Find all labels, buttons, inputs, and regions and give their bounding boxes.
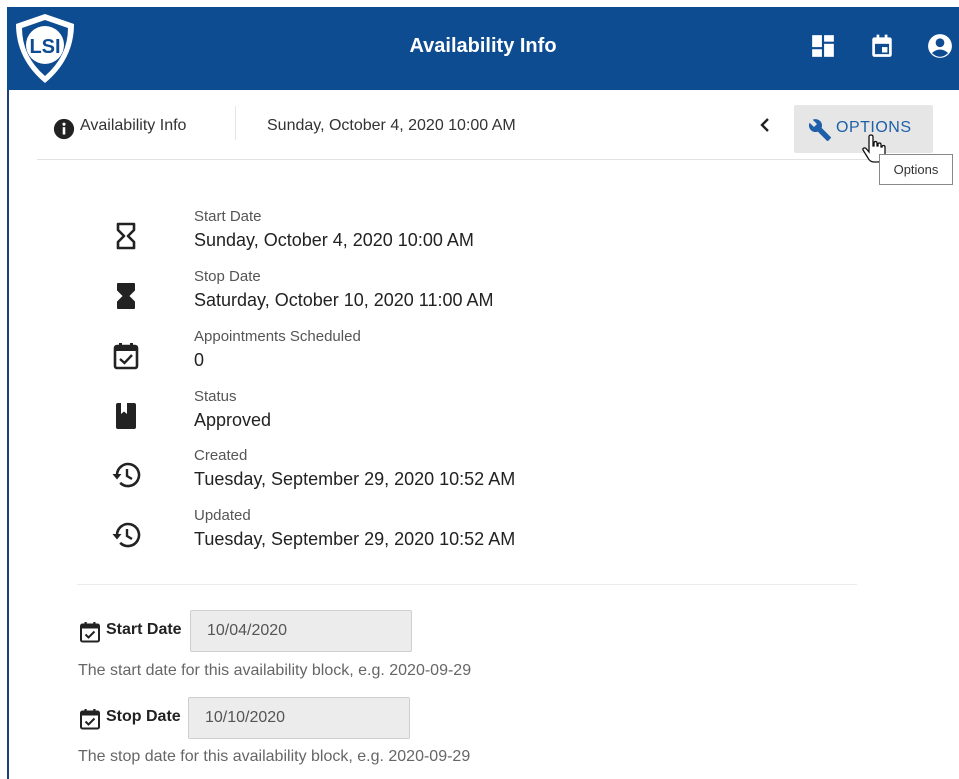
- detail-start-date: Start Date Sunday, October 4, 2020 10:00…: [110, 208, 810, 264]
- stop-date-help: The stop date for this availability bloc…: [78, 748, 471, 765]
- event-available-icon: [80, 709, 100, 730]
- detail-value: Saturday, October 10, 2020 11:00 AM: [194, 290, 494, 310]
- toolbar-title: Availability Info: [80, 117, 187, 134]
- event-available-icon: [113, 343, 139, 370]
- start-date-help: The start date for this availability blo…: [78, 662, 472, 679]
- start-date-field: Start Date: [78, 610, 578, 654]
- wrench-icon: [808, 119, 831, 141]
- book-icon: [116, 403, 136, 429]
- window-border: [7, 90, 9, 779]
- detail-updated: Updated Tuesday, September 29, 2020 10:5…: [110, 507, 810, 563]
- app-window: LSI Availability Info Availability Info …: [0, 0, 959, 779]
- calendar-icon[interactable]: [869, 33, 895, 59]
- options-tooltip: Options: [879, 154, 953, 185]
- detail-value: Sunday, October 4, 2020 10:00 AM: [194, 230, 474, 250]
- event-available-icon: [80, 622, 100, 643]
- detail-label: Stop Date: [194, 268, 261, 285]
- hourglass-full-icon: [117, 283, 135, 309]
- detail-stop-date: Stop Date Saturday, October 10, 2020 11:…: [110, 268, 810, 324]
- chevron-left-icon[interactable]: [754, 112, 776, 138]
- toolbar-date: Sunday, October 4, 2020 10:00 AM: [267, 117, 516, 134]
- app-bar: LSI Availability Info: [7, 7, 959, 90]
- detail-label: Start Date: [194, 208, 262, 225]
- detail-label: Status: [194, 388, 237, 405]
- toolbar-divider: [235, 106, 236, 140]
- stop-date-label: Stop Date: [106, 708, 181, 725]
- stop-date-input[interactable]: [188, 697, 410, 739]
- detail-status: Status Approved: [110, 388, 810, 444]
- detail-value: Tuesday, September 29, 2020 10:52 AM: [194, 469, 516, 489]
- detail-label: Appointments Scheduled: [194, 328, 361, 345]
- account-circle-icon[interactable]: [927, 33, 953, 59]
- info-toolbar: Availability Info Sunday, October 4, 202…: [37, 98, 949, 160]
- dashboard-icon[interactable]: [810, 33, 836, 59]
- start-date-label: Start Date: [106, 621, 182, 638]
- detail-value: Approved: [194, 410, 272, 430]
- history-icon: [112, 522, 141, 548]
- detail-appointments: Appointments Scheduled 0: [110, 328, 810, 384]
- detail-label: Updated: [194, 507, 251, 524]
- section-divider: [77, 584, 857, 585]
- hourglass-empty-icon: [116, 222, 136, 250]
- detail-value: Tuesday, September 29, 2020 10:52 AM: [194, 529, 516, 549]
- detail-created: Created Tuesday, September 29, 2020 10:5…: [110, 447, 810, 503]
- info-icon: [53, 118, 75, 140]
- stop-date-field: Stop Date: [78, 697, 578, 741]
- detail-value: 0: [194, 350, 205, 370]
- start-date-input[interactable]: [190, 610, 412, 652]
- detail-label: Created: [194, 447, 248, 464]
- history-icon: [112, 462, 141, 488]
